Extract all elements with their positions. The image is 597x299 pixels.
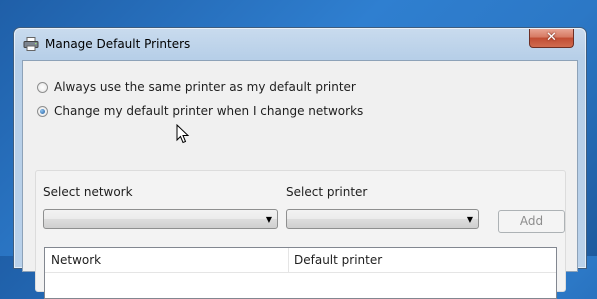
printer-select[interactable]: ▼ xyxy=(286,209,479,229)
network-printer-group: Select network Select printer ▼ ▼ Add Ne… xyxy=(35,170,566,299)
select-printer-label: Select printer xyxy=(286,185,368,199)
network-select[interactable]: ▼ xyxy=(43,209,278,229)
column-divider[interactable] xyxy=(288,248,289,272)
title-bar[interactable]: Manage Default Printers ✕ xyxy=(14,28,586,60)
close-button[interactable]: ✕ xyxy=(529,29,574,48)
radio-same-printer[interactable] xyxy=(37,81,48,93)
printer-icon xyxy=(23,37,39,51)
chevron-down-icon: ▼ xyxy=(265,215,272,224)
mouse-cursor-icon xyxy=(176,124,190,144)
column-header-default-printer[interactable]: Default printer xyxy=(294,253,382,267)
chevron-down-icon: ▼ xyxy=(466,215,473,224)
dialog-body: Always use the same printer as my defaul… xyxy=(22,60,578,299)
option-change-with-network-label: Change my default printer when I change … xyxy=(54,104,364,118)
list-header: Network Default printer xyxy=(45,248,556,273)
network-printer-list[interactable]: Network Default printer xyxy=(44,247,557,299)
window-title: Manage Default Printers xyxy=(45,37,191,51)
column-header-network[interactable]: Network xyxy=(51,253,101,267)
radio-change-with-network[interactable] xyxy=(37,105,48,117)
option-change-with-network[interactable]: Change my default printer when I change … xyxy=(37,103,363,119)
option-same-printer[interactable]: Always use the same printer as my defaul… xyxy=(37,79,356,95)
manage-default-printers-window: Manage Default Printers ✕ Always use the… xyxy=(13,27,587,299)
select-network-label: Select network xyxy=(43,185,133,199)
option-same-printer-label: Always use the same printer as my defaul… xyxy=(54,80,356,94)
close-icon: ✕ xyxy=(546,30,557,45)
add-button[interactable]: Add xyxy=(498,210,565,233)
